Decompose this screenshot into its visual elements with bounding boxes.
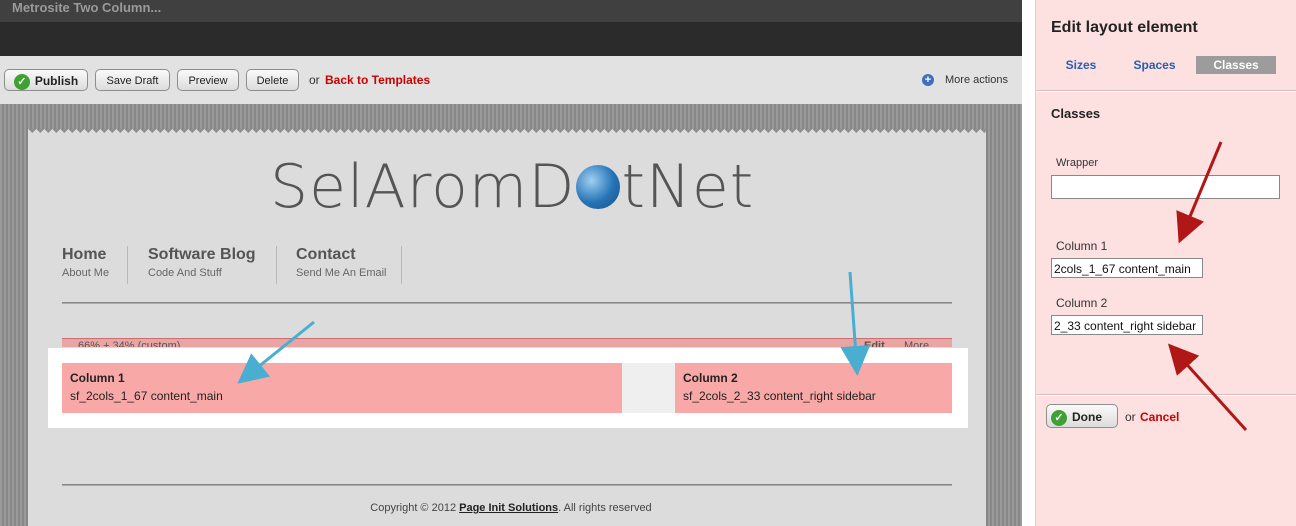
blue-arrow-2 [840, 271, 871, 376]
red-arrow-2 [1167, 343, 1248, 432]
red-arrow-1 [1176, 141, 1223, 244]
annotation-arrows [237, 141, 1248, 432]
blue-arrow-1 [237, 320, 315, 384]
